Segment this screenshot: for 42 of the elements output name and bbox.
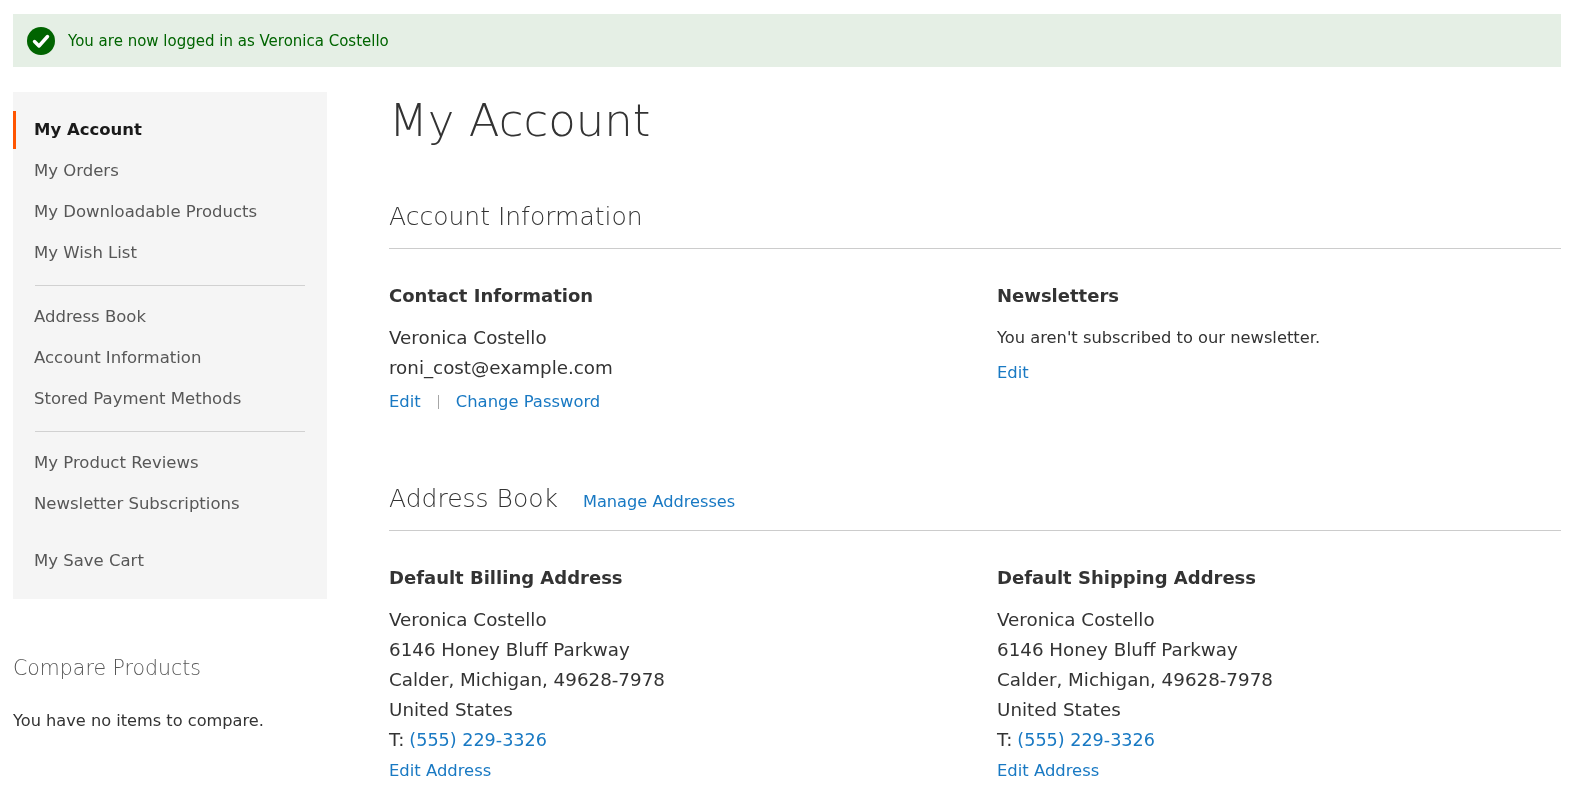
edit-link[interactable]: Edit [389,390,421,414]
address-line: Veronica Costello [389,608,547,632]
nav-item[interactable]: My Downloadable Products [13,193,327,231]
change-password-link[interactable]: Change Password [455,390,601,414]
nav-item[interactable]: My Save Cart [13,542,327,580]
phone-label: T: [997,728,1013,752]
section-title: Account Information [389,201,643,233]
compare-title: Compare Products [13,655,203,682]
address-line: United States [389,698,513,722]
nav-item[interactable]: My Orders [13,152,327,190]
section-title: Address Book [389,483,558,515]
box-title: Default Shipping Address [997,567,1257,589]
page-title: My Account [389,93,652,149]
address-line: Veronica Costello [997,608,1155,632]
contact-email: roni_cost@example.com [389,356,613,381]
edit-address-link[interactable]: Edit Address [997,759,1100,783]
phone-label: T: [389,728,405,752]
nav-item[interactable]: Stored Payment Methods [13,380,327,418]
message-text: You are now logged in as Veronica Costello [68,31,389,50]
address-line: 6146 Honey Bluff Parkway [389,638,630,662]
address-line: 6146 Honey Bluff Parkway [997,638,1238,662]
box-title: Contact Information [389,285,594,307]
address-line: United States [997,698,1121,722]
nav-item[interactable]: Newsletter Subscriptions [13,485,327,523]
compare-empty-text: You have no items to compare. [13,710,265,732]
contact-name: Veronica Costello [389,326,547,350]
phone-link[interactable]: (555) 229-3326 [409,725,547,755]
nav-item[interactable]: My Product Reviews [13,444,327,482]
check-circle-icon [27,26,55,55]
box-title: Newsletters [997,285,1119,307]
address-line: Calder, Michigan, 49628-7978 [389,668,665,692]
edit-address-link[interactable]: Edit Address [389,759,492,783]
manage-addresses-link[interactable]: Manage Addresses [582,492,736,511]
box-title: Default Billing Address [389,567,623,589]
nav-item[interactable]: Account Information [13,339,327,377]
nav-item[interactable]: Address Book [13,298,327,336]
address-line: Calder, Michigan, 49628-7978 [997,668,1273,692]
newsletter-status: You aren't subscribed to our newsletter. [997,327,1321,349]
edit-link[interactable]: Edit [997,361,1029,385]
phone-link[interactable]: (555) 229-3326 [1017,725,1155,755]
nav-item[interactable]: My Wish List [13,234,327,272]
nav-item[interactable]: My Account [13,111,327,149]
